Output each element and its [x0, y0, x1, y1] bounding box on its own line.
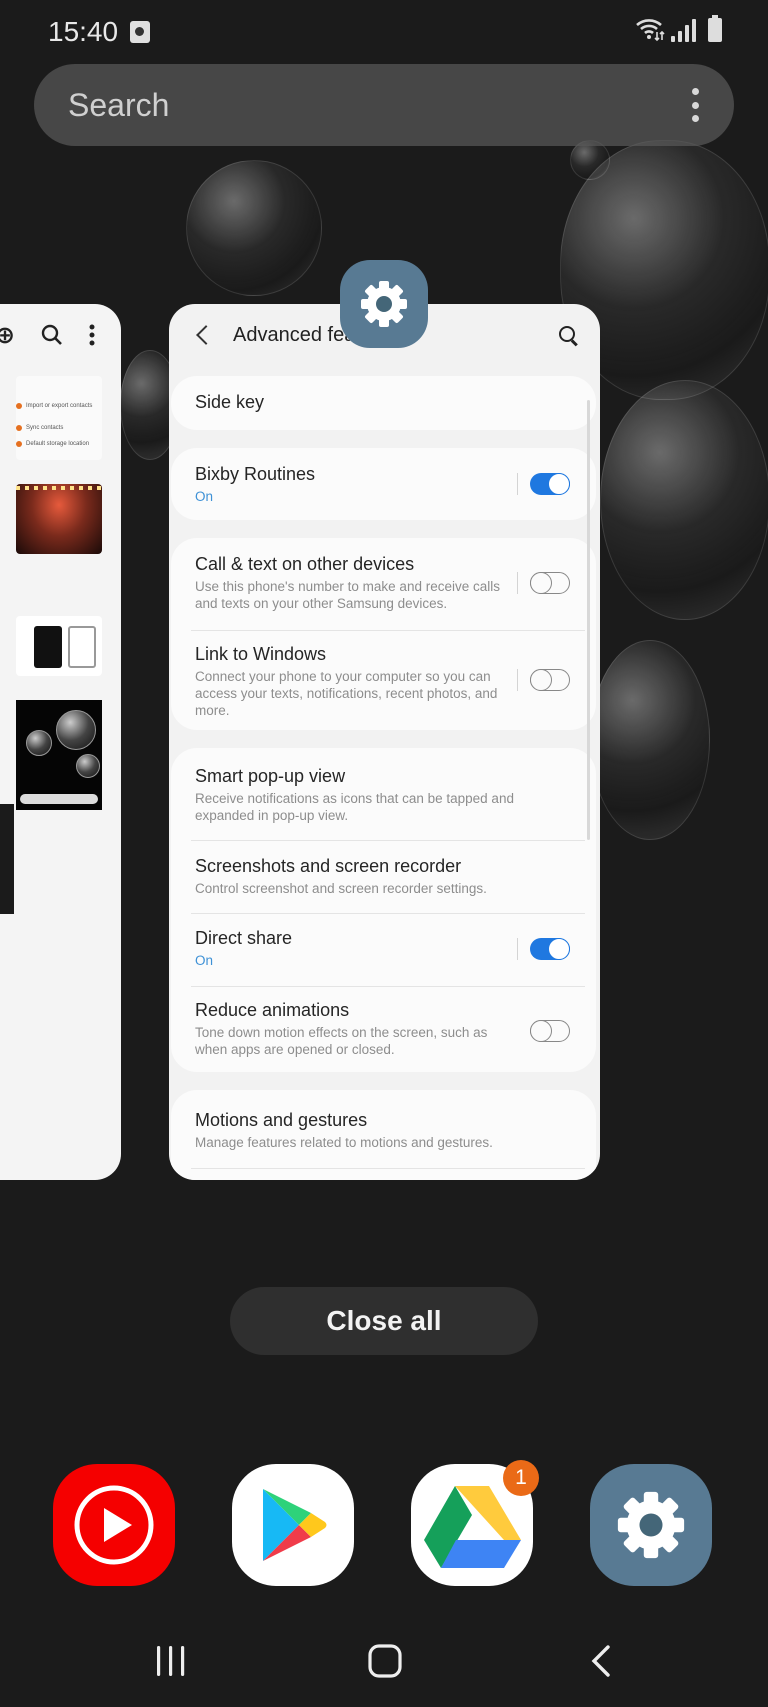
- setting-title: Screenshots and screen recorder: [195, 856, 462, 876]
- play-store-icon: [263, 1489, 327, 1561]
- settings-group: Bixby Routines On: [171, 448, 596, 520]
- setting-title: Motions and gestures: [195, 1110, 368, 1130]
- divider: [191, 913, 585, 914]
- dock-app-youtube-music[interactable]: [53, 1464, 175, 1586]
- settings-icon: [361, 281, 407, 327]
- separator: [517, 669, 518, 691]
- setting-motions-gestures[interactable]: Motions and gestures Manage features rel…: [171, 1110, 596, 1151]
- wallpaper-bubble: [590, 640, 710, 840]
- more-vertical-icon[interactable]: [692, 88, 700, 122]
- home-button[interactable]: [360, 1638, 410, 1684]
- dark-thumbnail: [0, 804, 14, 914]
- battery-icon: [708, 15, 722, 42]
- link-to-windows-toggle[interactable]: [530, 668, 570, 691]
- setting-title: Reduce animations: [195, 1000, 350, 1020]
- left-card-toolbar: ⊕: [0, 304, 121, 366]
- back-button[interactable]: [576, 1638, 626, 1684]
- settings-group: Call & text on other devices Use this ph…: [171, 538, 596, 730]
- recent-app-card-left[interactable]: ⊕ Import or export contacts Sync contact…: [0, 304, 121, 1180]
- settings-icon: [617, 1491, 685, 1559]
- setting-screenshots-recorder[interactable]: Screenshots and screen recorder Control …: [171, 856, 596, 897]
- more-vertical-icon: [89, 324, 95, 346]
- concert-image-thumbnail: [16, 484, 102, 554]
- back-icon[interactable]: [193, 323, 217, 347]
- recents-button[interactable]: [146, 1638, 196, 1684]
- settings-group: Smart pop-up view Receive notifications …: [171, 748, 596, 1072]
- youtube-music-icon: [74, 1485, 154, 1565]
- setting-side-key[interactable]: Side key: [171, 392, 596, 413]
- search-input[interactable]: Search: [68, 87, 169, 124]
- lockscreen-thumbnail: [16, 700, 102, 810]
- close-all-button[interactable]: Close all: [230, 1287, 538, 1355]
- search-icon: [41, 324, 62, 345]
- reduce-animations-toggle[interactable]: [530, 1019, 570, 1042]
- direct-share-toggle[interactable]: [530, 938, 570, 960]
- add-contact-icon: ⊕: [0, 321, 15, 349]
- notification-icon: [130, 21, 150, 43]
- status-icons: [635, 15, 722, 42]
- settings-group: Motions and gestures Manage features rel…: [171, 1090, 596, 1180]
- notification-badge: 1: [503, 1460, 539, 1496]
- divider: [191, 1168, 585, 1169]
- setting-title: Smart pop-up view: [195, 766, 346, 786]
- dock-app-settings[interactable]: [590, 1464, 712, 1586]
- search-icon[interactable]: [556, 323, 580, 347]
- signal-icon: [671, 18, 696, 42]
- setting-smart-popup-view[interactable]: Smart pop-up view Receive notifications …: [171, 766, 596, 824]
- setting-subtitle: Use this phone's number to make and rece…: [195, 579, 500, 611]
- scrollbar[interactable]: [587, 400, 590, 840]
- navigation-bar: [0, 1620, 768, 1707]
- call-text-toggle[interactable]: [530, 571, 570, 594]
- bixby-routines-toggle[interactable]: [530, 473, 570, 495]
- home-icon: [368, 1644, 402, 1678]
- wallpaper-bubble: [570, 140, 610, 180]
- status-time: 15:40: [48, 16, 119, 47]
- dock-app-play-store[interactable]: [232, 1464, 354, 1586]
- wallpaper-bubble: [600, 380, 768, 620]
- setting-subtitle: Control screenshot and screen recorder s…: [195, 881, 487, 896]
- divider: [191, 840, 585, 841]
- setting-subtitle: Manage features related to motions and g…: [195, 1135, 493, 1150]
- settings-app-icon[interactable]: [340, 260, 428, 348]
- recents-icon: [157, 1646, 185, 1676]
- thumbnail-row: Sync contacts: [16, 422, 100, 434]
- setting-subtitle: Receive notifications as icons that can …: [195, 791, 514, 823]
- separator: [517, 938, 518, 960]
- back-icon: [591, 1645, 610, 1677]
- separator: [517, 473, 518, 495]
- facewidgets-thumbnail: [16, 616, 102, 676]
- divider: [191, 630, 585, 631]
- setting-title: Link to Windows: [195, 644, 327, 664]
- separator: [517, 572, 518, 594]
- wallpaper-bubble: [186, 160, 322, 296]
- status-bar: 15:40: [0, 0, 768, 60]
- setting-subtitle: Tone down motion effects on the screen, …: [195, 1025, 488, 1057]
- dock-app-google-drive[interactable]: 1: [411, 1460, 539, 1586]
- recent-app-card-settings[interactable]: Advanced features Side key Bixby Routine…: [169, 304, 600, 1180]
- settings-group: Side key: [171, 376, 596, 430]
- thumbnail-row: Default storage location: [16, 438, 100, 450]
- divider: [191, 986, 585, 987]
- setting-subtitle: Connect your phone to your computer so y…: [195, 669, 498, 718]
- thumbnail-row: Import or export contacts: [16, 400, 100, 412]
- search-bar[interactable]: Search: [34, 64, 734, 146]
- google-drive-icon: [424, 1486, 521, 1568]
- wifi-icon: [636, 19, 665, 42]
- setting-title: Side key: [195, 392, 265, 412]
